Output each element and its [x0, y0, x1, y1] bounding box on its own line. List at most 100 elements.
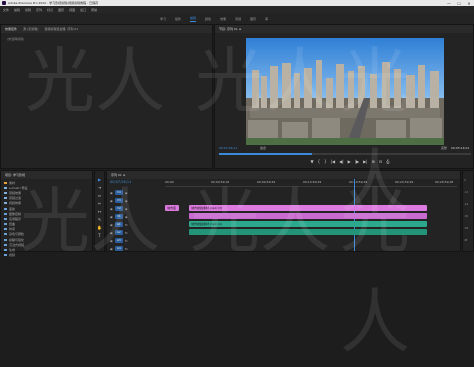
mute-icon[interactable]: M [125, 239, 128, 243]
eye-icon[interactable]: ◉ [125, 199, 128, 203]
audio-clip[interactable]: 城市航拍素材.mp4 [A] [189, 221, 427, 227]
video-clip[interactable] [189, 213, 427, 219]
menu-help[interactable]: 帮助 [91, 8, 97, 12]
tab-audio-mixer[interactable]: 音频剪辑混合器: 序列 01 [44, 27, 78, 31]
lock-icon[interactable]: ▣ [110, 199, 113, 203]
selection-tool[interactable]: ▶ [98, 177, 101, 182]
meter-label: -24 [464, 203, 469, 206]
workspace-effects[interactable]: 效果 [220, 17, 226, 21]
menu-markers[interactable]: 标记 [47, 8, 53, 12]
resolution-select[interactable]: 完整 [441, 146, 447, 150]
program-timecode[interactable]: 00;07;26;11 [219, 146, 237, 150]
project-item-label: 图像控制 [9, 211, 22, 216]
ruler-tick: 00;04;59;16 [211, 180, 230, 184]
type-tool[interactable]: T [98, 233, 100, 238]
razor-tool[interactable]: ✂ [98, 201, 101, 206]
project-item[interactable]: 视频 [1, 253, 92, 258]
tab-project[interactable]: 项目: 学习影视 [5, 173, 25, 177]
lock-icon[interactable]: ▣ [110, 207, 113, 211]
program-scrubber[interactable] [219, 153, 471, 155]
project-item-label: 视频 [9, 253, 16, 258]
program-tab-bar: 节目: 序列 01 ≡ [215, 25, 473, 33]
ripple-edit-tool[interactable]: ⇔ [98, 193, 101, 198]
track-label[interactable]: V2 [114, 206, 123, 211]
mute-icon[interactable]: M [125, 231, 128, 235]
lock-icon[interactable]: ▣ [110, 215, 113, 219]
meter-label: -48 [464, 227, 469, 230]
lift-button[interactable]: ⊞ [372, 159, 375, 164]
tools-panel: ▶ ⇥ ⇔ ✂ ↔ ✎ ✋ T [94, 170, 105, 252]
eye-icon[interactable]: ◉ [125, 215, 128, 219]
track-header-v4: ▣ V4 ◉ [107, 189, 162, 196]
step-forward-button[interactable]: |▶ [355, 159, 359, 164]
lock-icon[interactable]: ▣ [110, 191, 113, 195]
ruler-tick: 00;19;59;29 [349, 180, 368, 184]
export-frame-button[interactable]: ⎙ [386, 159, 389, 164]
folder-icon [4, 191, 7, 194]
tab-program[interactable]: 节目: 序列 01 ≡ [219, 27, 241, 31]
timeline-ruler[interactable]: 00;00 00;04;59;16 00;09;59;29 00;14;59;2… [165, 179, 457, 187]
video-clip[interactable]: 城市航拍素材.mp4 [V] [189, 205, 427, 211]
track-header-v1: ▣ V1 ◉ [107, 213, 162, 220]
track-header-a1: ▣ A1 M [107, 221, 162, 228]
track-label[interactable]: A3 [114, 238, 123, 243]
workspace-assembly[interactable]: 组件 [175, 17, 181, 21]
workspace-color[interactable]: 颜色 [205, 17, 211, 21]
menu-graphics[interactable]: 图形 [58, 8, 64, 12]
track-label[interactable]: A1 [114, 222, 123, 227]
tab-sequence[interactable]: 序列 01 ≡ [111, 173, 125, 177]
meter-label: dB [464, 239, 468, 242]
play-button[interactable]: ▶ [348, 159, 351, 164]
tab-effect-controls[interactable]: 效果控件 [5, 27, 17, 31]
track-label[interactable]: V1 [114, 214, 123, 219]
folder-icon [4, 181, 7, 184]
workspace-audio[interactable]: 音频 [235, 17, 241, 21]
workspace-libraries[interactable]: 库 [265, 17, 268, 21]
zoom-fit-select[interactable]: 适合 [260, 146, 266, 150]
menu-clip[interactable]: 剪辑 [25, 8, 31, 12]
folder-icon [4, 238, 7, 241]
mute-icon[interactable]: M [125, 247, 128, 251]
ruler-tick: 00;24;59;29 [395, 180, 414, 184]
program-duration: 00;05;14;01 [451, 146, 470, 150]
menu-edit[interactable]: 编辑 [14, 8, 20, 12]
timeline-timecode[interactable]: 00;07;26;11 [110, 180, 131, 184]
go-to-in-button[interactable]: |◀ [331, 159, 335, 164]
lock-icon[interactable]: ▣ [110, 231, 113, 235]
lock-icon[interactable]: ▣ [110, 223, 113, 227]
go-to-out-button[interactable]: ▶| [363, 159, 367, 164]
project-item-label: 时间 [9, 227, 16, 232]
timeline-panel: 序列 01 ≡ 00;07;26;11 00;00 00;04;59;16 00… [106, 170, 461, 252]
track-label[interactable]: V4 [114, 190, 123, 195]
eye-icon[interactable]: ◉ [125, 191, 128, 195]
workspace-editing[interactable]: 编辑 [190, 16, 197, 22]
mark-out-button[interactable]: } [324, 159, 327, 164]
track-label[interactable]: V3 [114, 198, 123, 203]
menu-sequence[interactable]: 序列 [36, 8, 42, 12]
lock-icon[interactable]: ▣ [110, 247, 113, 251]
menu-window[interactable]: 窗口 [80, 8, 86, 12]
mark-in-button[interactable]: { [318, 159, 321, 164]
lock-icon[interactable]: ▣ [110, 239, 113, 243]
project-tab-bar: 项目: 学习影视 [1, 171, 92, 179]
mute-icon[interactable]: M [125, 223, 128, 227]
meter-label: -36 [464, 215, 469, 218]
audio-clip[interactable] [189, 229, 427, 235]
workspace-learning[interactable]: 学习 [160, 17, 166, 21]
menu-view[interactable]: 视图 [69, 8, 75, 12]
tab-source[interactable]: 源:(无剪辑) [23, 27, 38, 31]
video-clip[interactable]: 城市夜景.mp4 [165, 205, 179, 211]
track-select-tool[interactable]: ⇥ [98, 185, 101, 190]
extract-button[interactable]: ⊟ [379, 159, 382, 164]
hand-tool[interactable]: ✋ [97, 225, 102, 230]
pen-tool[interactable]: ✎ [98, 217, 101, 222]
slip-tool[interactable]: ↔ [98, 209, 101, 214]
step-back-button[interactable]: ◀| [339, 159, 343, 164]
menu-file[interactable]: 文件 [3, 8, 9, 12]
add-marker-button[interactable]: ▼ [311, 159, 314, 164]
workspace-graphics[interactable]: 图形 [250, 17, 256, 21]
track-label[interactable]: A4 [114, 246, 123, 251]
track-label[interactable]: A2 [114, 230, 123, 235]
meter-label: 0 [464, 179, 466, 182]
eye-icon[interactable]: ◉ [125, 207, 128, 211]
